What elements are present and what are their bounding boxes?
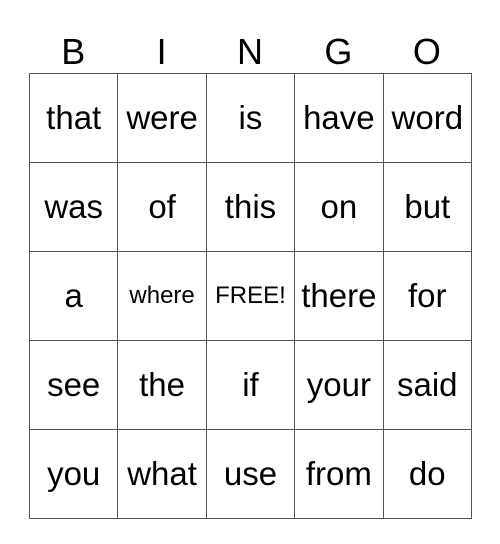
- bingo-cell[interactable]: for: [382, 251, 473, 341]
- bingo-header: B I N G O: [29, 30, 471, 74]
- bingo-cell[interactable]: if: [205, 340, 296, 430]
- header-letter-o: O: [412, 31, 441, 72]
- header-letter-b: B: [61, 31, 86, 72]
- bingo-cell[interactable]: do: [382, 429, 473, 519]
- free-space-cell[interactable]: FREE!: [205, 251, 296, 341]
- bingo-cell[interactable]: a: [28, 251, 119, 341]
- bingo-cell[interactable]: that: [28, 73, 119, 163]
- bingo-row: was of this on but: [28, 162, 473, 252]
- bingo-row: a where FREE! there for: [28, 251, 473, 341]
- bingo-cell[interactable]: was: [28, 162, 119, 252]
- bingo-cell[interactable]: from: [294, 429, 384, 519]
- bingo-cell[interactable]: the: [117, 340, 207, 430]
- header-letter-n: N: [237, 31, 264, 72]
- bingo-cell[interactable]: use: [205, 429, 296, 519]
- bingo-cell[interactable]: is: [205, 73, 296, 163]
- bingo-cell[interactable]: have: [294, 73, 384, 163]
- bingo-row: see the if your said: [28, 340, 473, 430]
- bingo-cell[interactable]: word: [382, 73, 473, 163]
- bingo-cell[interactable]: of: [117, 162, 207, 252]
- bingo-cell[interactable]: see: [28, 340, 119, 430]
- bingo-cell[interactable]: said: [382, 340, 473, 430]
- bingo-cell[interactable]: what: [117, 429, 207, 519]
- bingo-cell[interactable]: on: [294, 162, 384, 252]
- bingo-cell[interactable]: you: [28, 429, 119, 519]
- bingo-cell[interactable]: where: [117, 251, 207, 341]
- bingo-cell[interactable]: your: [294, 340, 384, 430]
- bingo-grid: that were is have word was of this on bu…: [28, 73, 473, 519]
- bingo-cell[interactable]: but: [382, 162, 473, 252]
- bingo-cell[interactable]: this: [205, 162, 296, 252]
- bingo-cell[interactable]: were: [117, 73, 207, 163]
- header-letter-i: I: [156, 31, 167, 72]
- bingo-row: that were is have word: [28, 73, 473, 163]
- bingo-row: you what use from do: [28, 429, 473, 519]
- bingo-cell[interactable]: there: [294, 251, 384, 341]
- header-letter-g: G: [324, 31, 353, 72]
